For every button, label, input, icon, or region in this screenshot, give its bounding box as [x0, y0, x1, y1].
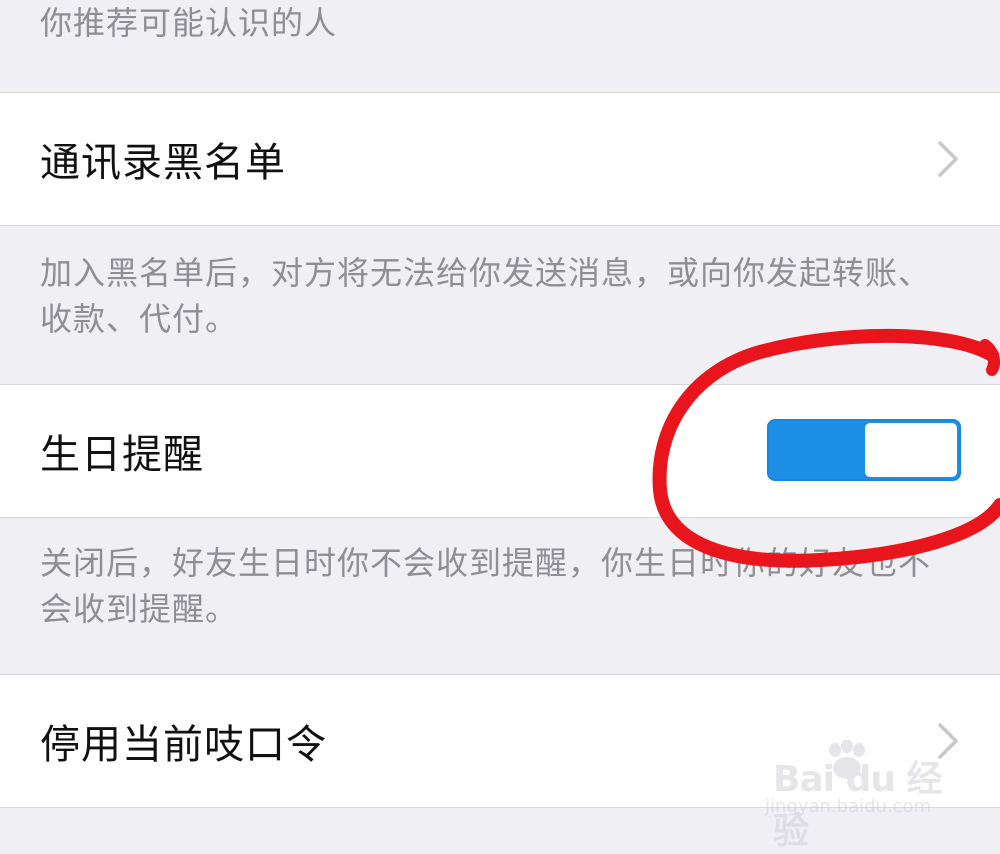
- birthday-note: 关闭后，好友生日时你不会收到提醒，你生日时你的好友也不会收到提醒。: [40, 544, 932, 628]
- settings-screen: 你推荐可能认识的人 通讯录黑名单 加入黑名单后，对方将无法给你发送消息，或向你发…: [0, 0, 1000, 847]
- toggle-knob: [865, 423, 957, 477]
- top-section-note: 你推荐可能认识的人: [40, 4, 338, 42]
- chevron-right-icon: [938, 141, 958, 177]
- birthday-reminder-toggle[interactable]: [767, 419, 961, 481]
- birthday-reminder-label: 生日提醒: [40, 432, 204, 478]
- disable-password-label: 停用当前吱口令: [40, 722, 327, 768]
- blacklist-row[interactable]: 通讯录黑名单: [0, 92, 1000, 226]
- watermark-url: jingyan.baidu.com: [765, 796, 932, 817]
- watermark: Bai du 经验 jingyan.baidu.com: [765, 740, 955, 852]
- blacklist-label: 通讯录黑名单: [40, 140, 286, 186]
- blacklist-note: 加入黑名单后，对方将无法给你发送消息，或向你发起转账、收款、代付。: [40, 254, 932, 338]
